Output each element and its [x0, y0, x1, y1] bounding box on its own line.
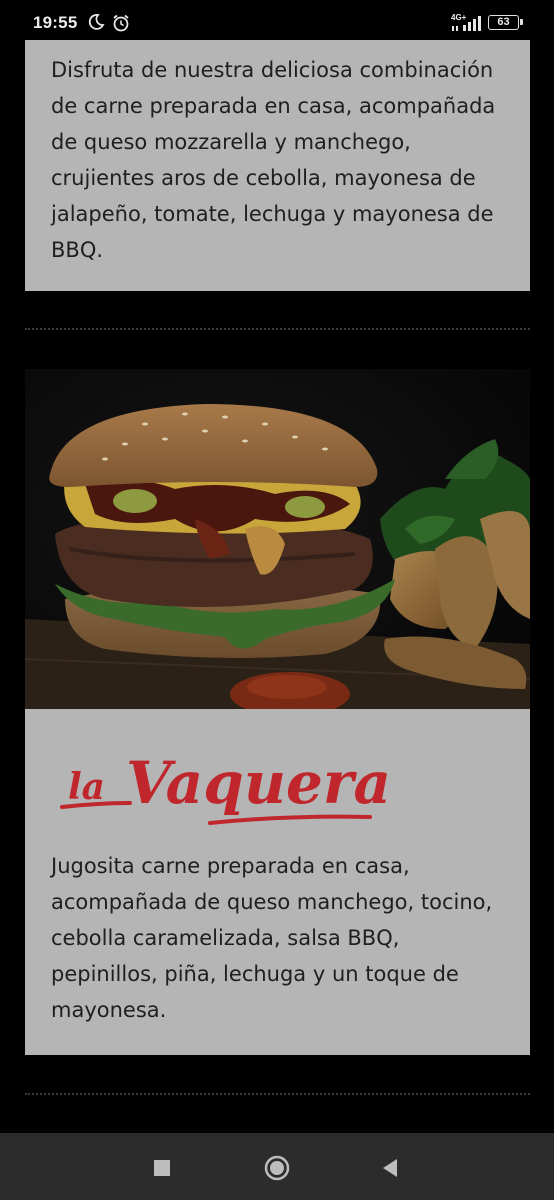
status-time: 19:55 — [33, 13, 78, 32]
burger-logo: la Vaquera — [60, 737, 420, 836]
back-icon — [383, 1159, 397, 1177]
burger-card-description: Disfruta de nuestra deliciosa combinació… — [25, 40, 530, 291]
divider — [25, 1093, 530, 1095]
navigation-bar — [0, 1133, 554, 1200]
home-button[interactable] — [262, 1153, 292, 1183]
divider — [25, 328, 530, 330]
battery-icon: 63 — [488, 15, 523, 30]
logo-article: la — [68, 766, 105, 808]
moon-icon — [88, 14, 105, 30]
burger-card-la-vaquera: la Vaquera Jugosita carne preparada en c… — [25, 709, 530, 1055]
burger-description: Disfruta de nuestra deliciosa combinació… — [51, 58, 496, 262]
burger-photo — [25, 369, 530, 709]
logo-name: Vaquera — [126, 749, 391, 817]
alarm-icon — [113, 14, 129, 32]
recents-button[interactable] — [147, 1153, 177, 1183]
burger-description: Jugosita carne preparada en casa, acompa… — [51, 854, 493, 1022]
battery-level: 63 — [497, 16, 510, 28]
recents-icon — [154, 1160, 170, 1176]
back-button[interactable] — [375, 1153, 405, 1183]
signal-icon — [452, 16, 481, 31]
home-icon — [264, 1155, 290, 1181]
